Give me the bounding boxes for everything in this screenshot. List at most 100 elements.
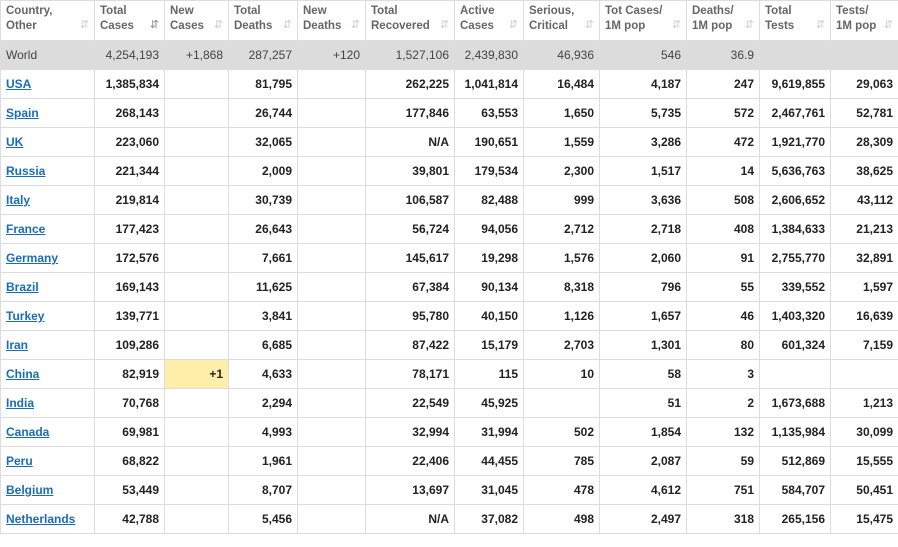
sort-icon[interactable]: ⇵	[884, 18, 893, 33]
cell-total-cases: 82,919	[94, 359, 165, 389]
cell-serious-critical: 1,559	[523, 127, 600, 157]
column-header-total-recovered[interactable]: Total Recovered ⇵	[365, 0, 455, 41]
column-header-new-cases[interactable]: New Cases ⇵	[164, 0, 229, 41]
country-link[interactable]: China	[6, 367, 39, 381]
cell-new-deaths	[297, 330, 366, 360]
cell-new-deaths: +120	[297, 40, 366, 70]
cell-total-deaths: 26,744	[228, 98, 298, 128]
country-link[interactable]: Brazil	[6, 280, 39, 294]
cell-total-cases: 70,768	[94, 388, 165, 418]
country-link[interactable]: UK	[6, 135, 23, 149]
cell-deaths-per-million: 508	[686, 185, 760, 215]
sort-icon[interactable]: ⇵	[672, 18, 681, 33]
table-row: Belgium 53,449 8,707 13,697 31,045 478 4,612 75…	[0, 475, 898, 505]
table-row: Germany 172,576 7,661 145,617 19,298 1,576 2,0…	[0, 243, 898, 273]
cell-total-recovered: 145,617	[365, 243, 455, 273]
cell-total-recovered: 22,549	[365, 388, 455, 418]
cell-active-cases: 15,179	[454, 330, 524, 360]
column-header-tests-per-million[interactable]: Tests/1M pop ⇵	[830, 0, 898, 41]
cell-new-cases	[164, 272, 229, 302]
cell-new-deaths	[297, 127, 366, 157]
cell-new-cases	[164, 156, 229, 186]
cell-serious-critical: 1,126	[523, 301, 600, 331]
cell-deaths-per-million: 80	[686, 330, 760, 360]
sort-icon[interactable]: ⇵	[816, 18, 825, 33]
country-link[interactable]: Germany	[6, 251, 58, 265]
cell-total-recovered: 39,801	[365, 156, 455, 186]
country-link[interactable]: Iran	[6, 338, 28, 352]
cell-cases-per-million: 1,657	[599, 301, 687, 331]
cell-country: Peru	[0, 446, 95, 476]
table-row: Spain 268,143 26,744 177,846 63,553 1,650 5,73…	[0, 98, 898, 128]
cell-active-cases: 44,455	[454, 446, 524, 476]
country-link[interactable]: Italy	[6, 193, 30, 207]
cell-total-cases: 1,385,834	[94, 69, 165, 99]
cell-deaths-per-million: 751	[686, 475, 760, 505]
cell-active-cases: 31,045	[454, 475, 524, 505]
cell-new-cases	[164, 388, 229, 418]
cell-deaths-per-million: 36.9	[686, 40, 760, 70]
column-header-country[interactable]: Country, Other ⇵	[0, 0, 95, 41]
cell-active-cases: 1,041,814	[454, 69, 524, 99]
column-header-active-cases[interactable]: Active Cases ⇵	[454, 0, 524, 41]
sort-icon[interactable]: ⇵	[80, 18, 89, 33]
column-header-total-deaths[interactable]: Total Deaths ⇵	[228, 0, 298, 41]
table-row: Turkey 139,771 3,841 95,780 40,150 1,126 1,657…	[0, 301, 898, 331]
country-link[interactable]: France	[6, 222, 45, 236]
cell-active-cases: 94,056	[454, 214, 524, 244]
cell-new-cases	[164, 214, 229, 244]
cell-total-cases: 268,143	[94, 98, 165, 128]
cell-tests-per-million: 15,555	[830, 446, 898, 476]
cell-total-recovered: 177,846	[365, 98, 455, 128]
sort-icon[interactable]: ⇵	[745, 18, 754, 33]
country-link[interactable]: Spain	[6, 106, 39, 120]
cell-new-deaths	[297, 504, 366, 534]
cell-total-cases: 219,814	[94, 185, 165, 215]
cell-new-cases	[164, 417, 229, 447]
cell-serious-critical: 502	[523, 417, 600, 447]
cell-total-deaths: 5,456	[228, 504, 298, 534]
cell-active-cases: 90,134	[454, 272, 524, 302]
country-link[interactable]: USA	[6, 77, 31, 91]
column-header-serious-critical[interactable]: Serious, Critical ⇵	[523, 0, 600, 41]
cell-active-cases: 82,488	[454, 185, 524, 215]
column-header-deaths-per-million[interactable]: Deaths/1M pop ⇵	[686, 0, 760, 41]
cell-country: Canada	[0, 417, 95, 447]
country-link[interactable]: Belgium	[6, 483, 53, 497]
country-link[interactable]: Netherlands	[6, 512, 75, 526]
cell-serious-critical: 478	[523, 475, 600, 505]
sort-icon[interactable]: ⇵	[214, 18, 223, 33]
cell-tests-per-million	[830, 359, 898, 389]
column-header-new-deaths[interactable]: New Deaths ⇵	[297, 0, 366, 41]
table-row: USA 1,385,834 81,795 262,225 1,041,814 16,484…	[0, 69, 898, 99]
sort-icon[interactable]: ⇵	[440, 18, 449, 33]
cell-total-tests: 601,324	[759, 330, 831, 360]
cell-new-deaths	[297, 301, 366, 331]
sort-icon[interactable]: ⇵	[585, 18, 594, 33]
country-link[interactable]: Russia	[6, 164, 45, 178]
column-header-cases-per-million[interactable]: Tot Cases/1M pop ⇵	[599, 0, 687, 41]
table-row: UK 223,060 32,065 N/A 190,651 1,559 3,286 472 1,…	[0, 127, 898, 157]
country-link[interactable]: Peru	[6, 454, 33, 468]
cell-tests-per-million: 52,781	[830, 98, 898, 128]
cell-total-deaths: 2,294	[228, 388, 298, 418]
cell-cases-per-million: 4,612	[599, 475, 687, 505]
cell-new-deaths	[297, 272, 366, 302]
country-link[interactable]: Turkey	[6, 309, 44, 323]
cell-total-tests: 9,619,855	[759, 69, 831, 99]
header-row: Country, Other ⇵ Total Cases ⇵ New Cases ⇵ Tot…	[0, 0, 898, 41]
country-link[interactable]: Canada	[6, 425, 49, 439]
cell-country: India	[0, 388, 95, 418]
sort-icon[interactable]: ⇵	[283, 18, 292, 33]
cell-total-tests: 5,636,763	[759, 156, 831, 186]
cell-total-tests: 339,552	[759, 272, 831, 302]
world-total-row: World 4,254,193 +1,868 287,257 +120 1,52…	[0, 40, 898, 70]
column-header-total-tests[interactable]: Total Tests ⇵	[759, 0, 831, 41]
cell-serious-critical: 46,936	[523, 40, 600, 70]
column-header-total-cases[interactable]: Total Cases ⇵	[94, 0, 165, 41]
sort-active-icon[interactable]: ⇵	[150, 18, 159, 33]
sort-icon[interactable]: ⇵	[351, 18, 360, 33]
country-link[interactable]: India	[6, 396, 34, 410]
sort-icon[interactable]: ⇵	[509, 18, 518, 33]
cell-total-tests: 1,384,633	[759, 214, 831, 244]
